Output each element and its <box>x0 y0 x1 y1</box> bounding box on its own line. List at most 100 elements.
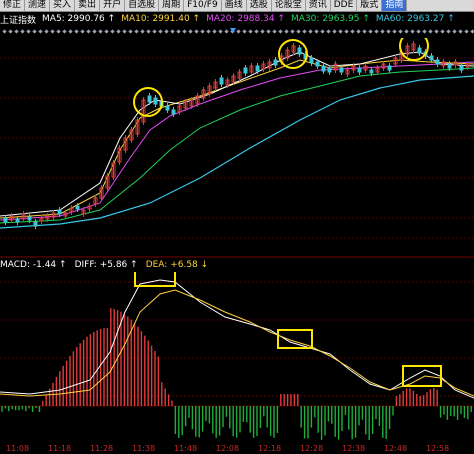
strip-marker <box>32 29 37 34</box>
toolbar-item-0[interactable]: 修正 <box>0 0 26 11</box>
ma20-line <box>0 61 474 221</box>
ma30-label: MA30: 2963.95 ↑ <box>290 14 370 24</box>
toolbar-item-4[interactable]: 开户 <box>100 0 126 11</box>
ma20-label: MA20: 2988.34 ↑ <box>206 14 285 24</box>
candle-body <box>171 109 176 115</box>
candle-body <box>327 67 332 73</box>
toolbar-item-8[interactable]: 画线 <box>222 0 247 11</box>
candle-body <box>339 67 344 73</box>
strip-marker <box>38 29 43 34</box>
toolbar-item-3[interactable]: 卖出 <box>75 0 101 11</box>
strip-marker <box>422 29 427 34</box>
strip-marker <box>398 29 403 34</box>
strip-marker <box>278 29 283 34</box>
candle-body <box>165 105 170 111</box>
candle-body <box>243 67 248 74</box>
strip-marker <box>92 29 97 34</box>
strip-marker <box>314 29 319 34</box>
strip-marker <box>446 29 451 34</box>
strip-marker <box>458 29 463 34</box>
strip-marker <box>68 29 73 34</box>
candle-body <box>459 65 464 71</box>
time-label: 12:58 <box>426 444 450 453</box>
strip-marker <box>206 29 211 34</box>
strip-marker <box>98 29 103 34</box>
toolbar-item-5[interactable]: 自选股 <box>125 0 160 11</box>
strip-marker <box>62 29 67 34</box>
candle-body <box>153 97 158 105</box>
current-position-marker <box>230 28 236 33</box>
strip-marker <box>254 29 259 34</box>
ma10-label: MA10: 2991.40 ↑ <box>121 14 201 24</box>
strip-marker <box>434 29 439 34</box>
time-label: 11:38 <box>132 444 156 453</box>
strip-marker <box>122 29 127 34</box>
strip-marker <box>104 29 109 34</box>
toolbar-item-6[interactable]: 周期 <box>159 0 185 11</box>
strip-marker <box>470 29 474 34</box>
candle-body <box>27 216 32 221</box>
time-label: 12:18 <box>258 444 282 453</box>
strip-marker <box>218 29 223 34</box>
strip-marker <box>200 29 205 34</box>
candle-body <box>75 205 80 210</box>
strip-marker <box>272 29 277 34</box>
strip-marker <box>8 29 13 34</box>
time-label: 11:18 <box>48 444 72 453</box>
strip-marker <box>80 29 85 34</box>
toolbar-item-7[interactable]: F10/F9 <box>184 0 222 11</box>
candle-body <box>357 67 362 73</box>
candle-body <box>435 59 440 65</box>
toolbar-item-1[interactable]: 测速 <box>25 0 51 11</box>
strip-marker <box>428 29 433 34</box>
strip-marker <box>344 29 349 34</box>
strip-marker <box>2 29 7 34</box>
strip-marker <box>56 29 61 34</box>
strip-marker <box>176 29 181 34</box>
diff-label: DIFF: +5.86 ↑ <box>74 259 138 270</box>
strip-marker <box>284 29 289 34</box>
strip-marker <box>116 29 121 34</box>
candle-body <box>255 65 260 72</box>
toolbar-item-10[interactable]: 论股堂 <box>272 0 306 11</box>
strip-marker <box>404 29 409 34</box>
strip-marker <box>302 29 307 34</box>
candle-body <box>297 47 302 55</box>
candle-body <box>429 55 434 61</box>
strip-marker <box>260 29 265 34</box>
strip-marker <box>128 29 133 34</box>
toolbar-item-14[interactable]: 指南 <box>382 0 408 11</box>
strip-marker <box>44 29 49 34</box>
candle-body <box>219 77 224 85</box>
time-axis: 11:08 11:18 11:28 11:38 11:48 12:08 12:18 12:28… <box>0 444 474 454</box>
strip-marker <box>410 29 415 34</box>
dea-label: DEA: +6.58 ↓ <box>145 259 209 270</box>
strip-marker <box>188 29 193 34</box>
strip-marker <box>308 29 313 34</box>
time-label: 12:38 <box>342 444 366 453</box>
strip-marker <box>236 29 241 34</box>
toolbar-item-12[interactable]: DDE <box>331 0 358 11</box>
strip-marker <box>464 29 469 34</box>
index-title: 上证指数 <box>0 15 37 26</box>
strip-marker <box>332 29 337 34</box>
strip-marker <box>368 29 373 34</box>
candle-body <box>315 61 320 67</box>
toolbar-item-2[interactable]: 买入 <box>50 0 76 11</box>
strip-marker <box>290 29 295 34</box>
time-label: 12:48 <box>384 444 408 453</box>
toolbar-item-13[interactable]: 版式 <box>357 0 383 11</box>
toolbar-item-9[interactable]: 选股 <box>247 0 272 11</box>
strip-marker <box>374 29 379 34</box>
strip-marker <box>182 29 187 34</box>
strip-marker <box>134 29 139 34</box>
strip-marker <box>242 29 247 34</box>
strip-marker <box>14 29 19 34</box>
toolbar: 修正 测速 买入 卖出 开户 自选股 周期 F10/F9 画线 选股 论股堂 资讯 DDE 版式 指南 <box>0 0 474 12</box>
strip-marker <box>338 29 343 34</box>
candle-body <box>387 65 392 71</box>
toolbar-item-11[interactable]: 资讯 <box>306 0 331 11</box>
ma5-line <box>0 51 474 217</box>
strip-marker <box>296 29 301 34</box>
time-label: 12:08 <box>216 444 240 453</box>
